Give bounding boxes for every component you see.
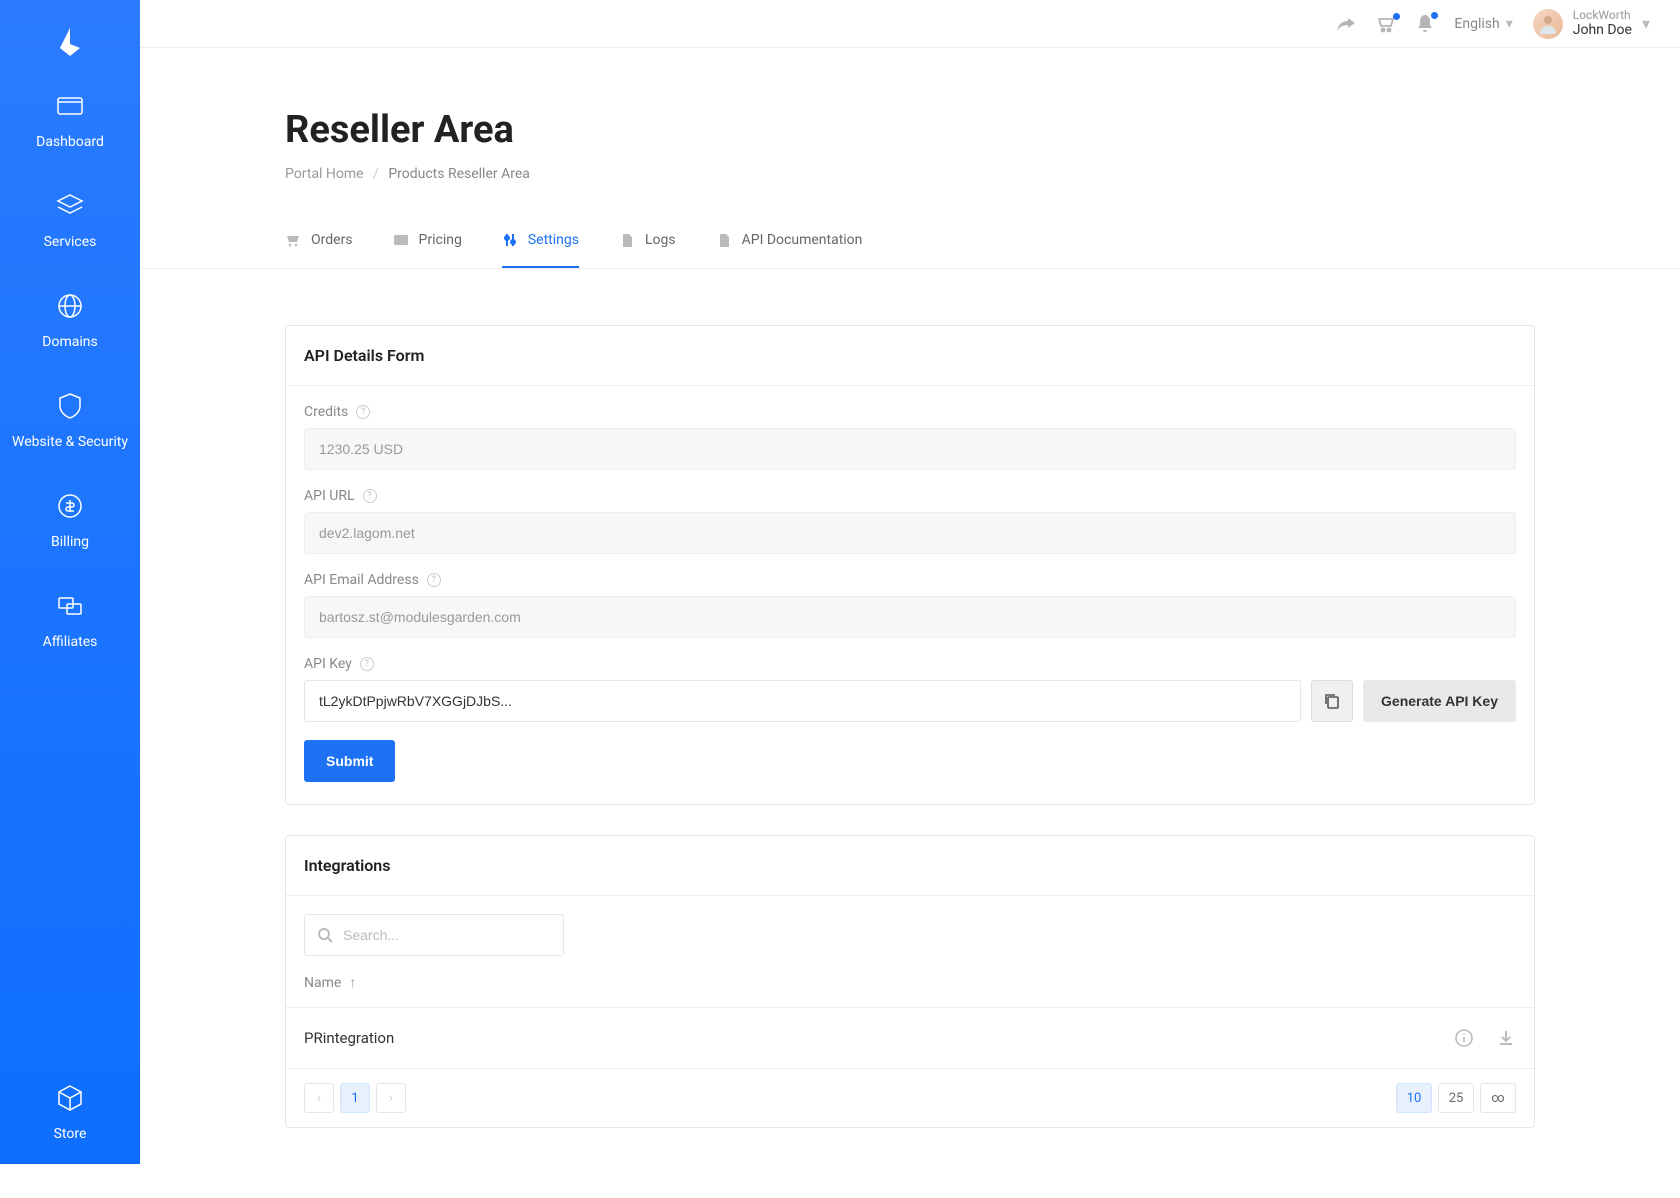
billing-icon [52,488,88,524]
sidebar-item-label: Dashboard [36,134,104,150]
tab-orders[interactable]: Orders [285,232,353,268]
chevron-down-icon: ▾ [1642,14,1650,33]
row-name: PRintegration [304,1029,394,1047]
search-input[interactable] [343,927,551,943]
search-icon [317,927,333,943]
page-next-button[interactable]: › [376,1083,406,1113]
tab-label: API Documentation [742,232,863,248]
sidebar-item-dashboard[interactable]: Dashboard [28,88,112,150]
tab-label: Logs [645,232,676,248]
language-selector[interactable]: English ▾ [1454,16,1512,32]
settings-icon [502,232,518,248]
table-row: PRintegration [286,1007,1534,1068]
column-header-name[interactable]: Name [304,975,341,991]
tab-pricing[interactable]: Pricing [393,232,462,268]
user-org: LockWorth [1573,8,1632,22]
cart-icon[interactable] [1376,15,1396,33]
page-size-button[interactable]: ∞ [1480,1083,1516,1113]
sidebar-item-label: Affiliates [43,634,98,650]
bell-icon[interactable] [1416,14,1434,34]
services-icon [52,188,88,224]
field-label-api-email: API Email Address [304,572,419,588]
api-url-field [304,512,1516,554]
help-icon[interactable]: ? [427,573,441,587]
sidebar-item-services[interactable]: Services [36,188,105,250]
tab-label: Pricing [419,232,462,248]
copy-icon [1323,692,1341,710]
logs-icon [619,232,635,248]
shield-icon [52,388,88,424]
sidebar-item-label: Services [44,234,97,250]
tab-api-documentation[interactable]: API Documentation [716,232,863,268]
dashboard-icon [52,88,88,124]
document-icon [716,232,732,248]
page-title: Reseller Area [285,108,1535,152]
sidebar-item-label: Billing [51,534,89,550]
user-name: John Doe [1573,22,1632,39]
share-icon[interactable] [1336,16,1356,32]
download-icon[interactable] [1496,1028,1516,1048]
avatar [1533,9,1563,39]
breadcrumb-current: Products Reseller Area [388,166,530,182]
tab-label: Orders [311,232,353,248]
field-label-api-key: API Key [304,656,352,672]
sidebar-item-billing[interactable]: Billing [43,488,97,550]
sidebar-item-affiliates[interactable]: Affiliates [35,588,106,650]
api-details-card: API Details Form Credits ? API URL ? API… [285,325,1535,805]
sidebar-item-website-security[interactable]: Website & Security [4,388,136,450]
pricing-icon [393,232,409,248]
user-menu[interactable]: LockWorth John Doe ▾ [1533,8,1650,39]
copy-button[interactable] [1311,680,1353,722]
store-icon [52,1080,88,1116]
credits-field [304,428,1516,470]
orders-icon [285,232,301,248]
card-title: Integrations [286,836,1534,896]
info-icon[interactable] [1454,1028,1474,1048]
sidebar-item-label: Website & Security [12,434,128,450]
generate-api-key-button[interactable]: Generate API Key [1363,680,1516,722]
breadcrumb-home[interactable]: Portal Home [285,166,364,182]
help-icon[interactable]: ? [360,657,374,671]
sidebar-item-store[interactable]: Store [44,1080,96,1142]
api-key-field[interactable] [304,680,1301,722]
api-email-field [304,596,1516,638]
domains-icon [52,288,88,324]
sidebar-item-domains[interactable]: Domains [34,288,105,350]
integrations-card: Integrations Name ↑ PRintegration ‹ 1 › … [285,835,1535,1128]
chevron-down-icon: ▾ [1506,16,1513,32]
tab-settings[interactable]: Settings [502,232,579,268]
tab-label: Settings [528,232,579,248]
field-label-api-url: API URL [304,488,355,504]
tab-logs[interactable]: Logs [619,232,676,268]
page-size-button[interactable]: 25 [1438,1083,1474,1113]
sidebar-item-label: Store [54,1126,87,1142]
sidebar-item-label: Domains [42,334,97,350]
help-icon[interactable]: ? [356,405,370,419]
submit-button[interactable]: Submit [304,740,395,782]
help-icon[interactable]: ? [363,489,377,503]
card-title: API Details Form [286,326,1534,386]
search-input-wrapper[interactable] [304,914,564,956]
sort-arrow-up-icon: ↑ [349,974,356,991]
affiliates-icon [52,588,88,624]
breadcrumb: Portal Home / Products Reseller Area [285,166,1535,182]
language-label: English [1454,16,1499,32]
field-label-credits: Credits [304,404,348,420]
badge-dot [1393,13,1400,20]
page-size-button[interactable]: 10 [1396,1083,1432,1113]
badge-dot [1431,12,1438,19]
page-number-button[interactable]: 1 [340,1083,370,1113]
page-prev-button[interactable]: ‹ [304,1083,334,1113]
brand-logo[interactable] [52,24,88,60]
